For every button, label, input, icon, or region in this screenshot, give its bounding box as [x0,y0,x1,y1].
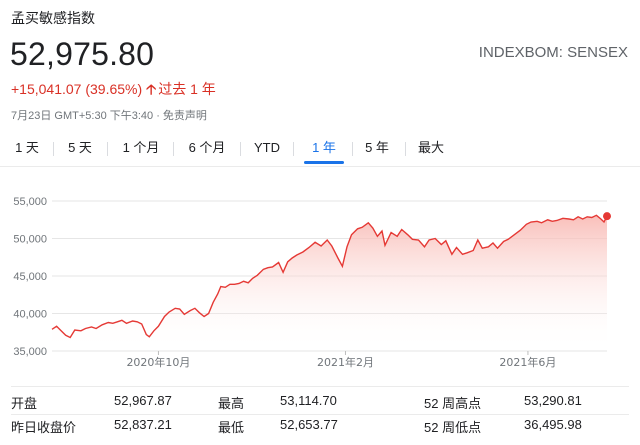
ticker-symbol: INDEXBOM: SENSEX [478,44,628,61]
tab-label: 1 天 [15,140,39,155]
tab-divider [53,142,54,156]
stat-52wk-low-label: 52 周低点 [424,420,482,435]
tab-label: 1 个月 [122,140,160,155]
y-tick-label: 55,000 [13,196,47,208]
stat-high-label: 最高 [218,396,245,411]
x-tick-label: 2021年2月 [317,355,374,369]
price-chart[interactable]: 35,000 40,000 45,000 50,000 55,000 2020年10月 2… [0,180,640,376]
change-period: 过去 1 年 [158,81,216,97]
tab-1y[interactable]: 1 年 [304,136,344,164]
stat-high-value: 53,114.70 [280,393,337,408]
stat-52wk-low-value: 36,495.98 [524,417,582,432]
tab-label: YTD [254,140,280,155]
tab-divider [293,142,294,156]
tab-divider [107,142,108,156]
stats-table: 开盘 52,967.87 最高 53,114.70 52 周高点 53,290.… [0,386,640,445]
tab-label: 最大 [417,140,444,155]
tab-1m[interactable]: 1 个月 [117,136,165,160]
tab-divider [352,142,353,156]
tab-divider [240,142,241,156]
stat-prev-close-label: 昨日收盘价 [11,420,77,435]
stat-low-value: 52,653.77 [280,417,338,432]
stat-open-value: 52,967.87 [114,393,172,408]
tab-6m[interactable]: 6 个月 [183,136,231,160]
tab-label: 1 年 [312,140,336,155]
tab-divider [173,142,174,156]
tab-5y[interactable]: 5 年 [360,136,394,160]
price-change: +15,041.07 (39.65%) 🡡 过去 1 年 [11,79,216,103]
stats-divider [11,414,629,415]
stat-52wk-high-label: 52 周高点 [424,396,482,411]
tab-max[interactable]: 最大 [414,136,448,160]
timestamp-disclaimer: 7月23日 GMT+5:30 下午3:40 · 免责声明 [11,110,207,122]
y-tick-label: 35,000 [13,346,47,358]
x-tick-label: 2021年6月 [499,355,556,369]
arrow-up-icon: 🡡 [146,81,157,97]
tab-label: 5 年 [365,140,389,155]
x-tick-label: 2020年10月 [126,355,190,369]
current-price: 52,975.80 [10,36,155,72]
tab-label: 6 个月 [188,140,226,155]
y-tick-label: 45,000 [13,271,47,283]
stats-divider [11,386,629,387]
range-tabs: 1 天 5 天 1 个月 6 个月 YTD 1 年 5 年 最大 [0,136,640,164]
tabs-divider [0,166,640,167]
stat-open-label: 开盘 [11,396,38,411]
active-tab-underline [304,161,344,164]
y-tick-label: 50,000 [13,234,47,246]
latest-price-dot [603,212,611,221]
tab-1d[interactable]: 1 天 [10,136,44,160]
index-name: 孟买敏感指数 [11,11,95,27]
change-value: +15,041.07 (39.65%) [11,81,143,97]
tab-ytd[interactable]: YTD [249,136,285,160]
stat-52wk-high-value: 53,290.81 [524,393,582,408]
tab-5d[interactable]: 5 天 [63,136,97,160]
tab-label: 5 天 [68,140,92,155]
stat-prev-close-value: 52,837.21 [114,417,172,432]
price-area [52,215,607,351]
stat-low-label: 最低 [218,420,245,435]
y-tick-label: 40,000 [13,309,47,321]
tab-divider [405,142,406,156]
